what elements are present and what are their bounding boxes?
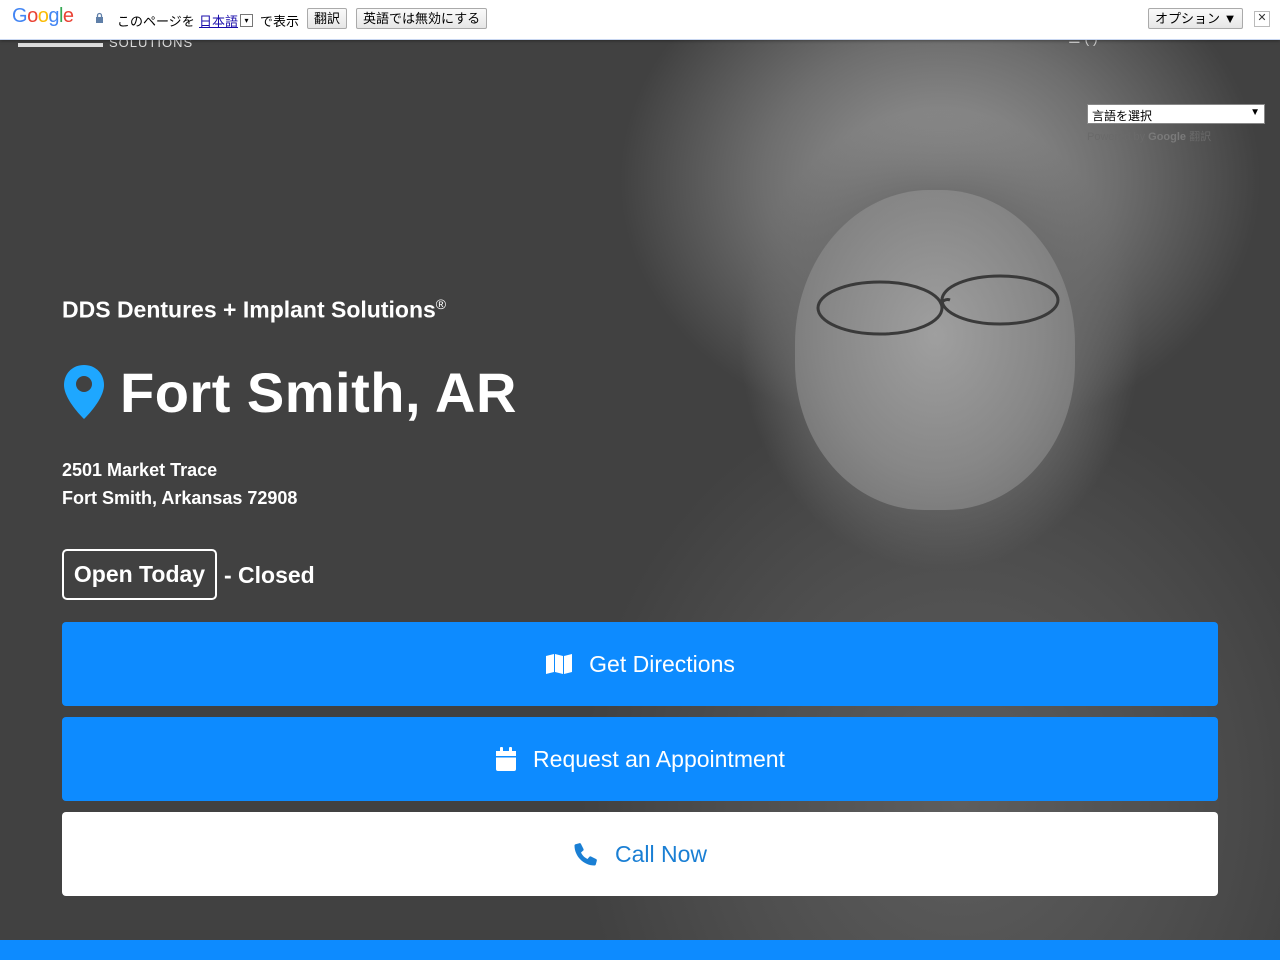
map-icon bbox=[546, 654, 573, 674]
hero-photo-face bbox=[795, 190, 1075, 510]
options-button[interactable]: オプション ▼ bbox=[1148, 8, 1244, 29]
close-icon[interactable]: ✕ bbox=[1254, 11, 1270, 27]
city-name: Fort Smith, AR bbox=[120, 360, 517, 424]
call-now-button[interactable]: Call Now bbox=[62, 812, 1218, 896]
call-now-label: Call Now bbox=[614, 840, 708, 867]
address-line-1: 2501 Market Trace bbox=[62, 460, 218, 480]
brand-title: DDS Dentures + Implant Solutions® bbox=[62, 296, 447, 323]
location-heading: Fort Smith, AR bbox=[62, 360, 517, 424]
language-select-value: 言語を選択 bbox=[1092, 109, 1153, 123]
open-today-badge: Open Today bbox=[62, 549, 217, 600]
lock-icon bbox=[96, 12, 103, 23]
chevron-down-icon: ▼ bbox=[1250, 107, 1260, 118]
get-directions-label: Get Directions bbox=[589, 650, 735, 677]
translate-prompt-before: このページを bbox=[117, 14, 195, 29]
get-directions-button[interactable]: Get Directions bbox=[62, 622, 1218, 706]
language-select[interactable]: 言語を選択 ▼ bbox=[1087, 104, 1265, 124]
request-appointment-label: Request an Appointment bbox=[533, 745, 785, 772]
calendar-icon bbox=[496, 747, 517, 771]
translate-prompt-after: で表示 bbox=[260, 14, 300, 29]
powered-by-google: Powered by Google 翻訳 bbox=[1087, 131, 1212, 143]
footer-accent-strip bbox=[0, 940, 1280, 960]
translate-button[interactable]: 翻訳 bbox=[307, 8, 348, 29]
map-pin-icon bbox=[64, 365, 104, 419]
hero-photo-glasses bbox=[816, 274, 1060, 336]
request-appointment-button[interactable]: Request an Appointment bbox=[62, 717, 1218, 801]
address: 2501 Market Trace Fort Smith, Arkansas 7… bbox=[62, 456, 297, 512]
phone-icon bbox=[574, 843, 597, 866]
registered-mark: ® bbox=[435, 296, 447, 312]
open-status: - Closed bbox=[224, 562, 315, 588]
language-link[interactable]: 日本語 bbox=[199, 11, 238, 30]
google-logo: Google bbox=[12, 5, 74, 27]
language-dropdown-icon[interactable]: ▾ bbox=[240, 12, 253, 28]
google-translate-bar: Google このページを 日本語 ▾ で表示 翻訳 英語では無効にする オプシ… bbox=[0, 0, 1280, 40]
disable-translate-button[interactable]: 英語では無効にする bbox=[356, 8, 488, 29]
address-line-2: Fort Smith, Arkansas 72908 bbox=[62, 488, 298, 508]
